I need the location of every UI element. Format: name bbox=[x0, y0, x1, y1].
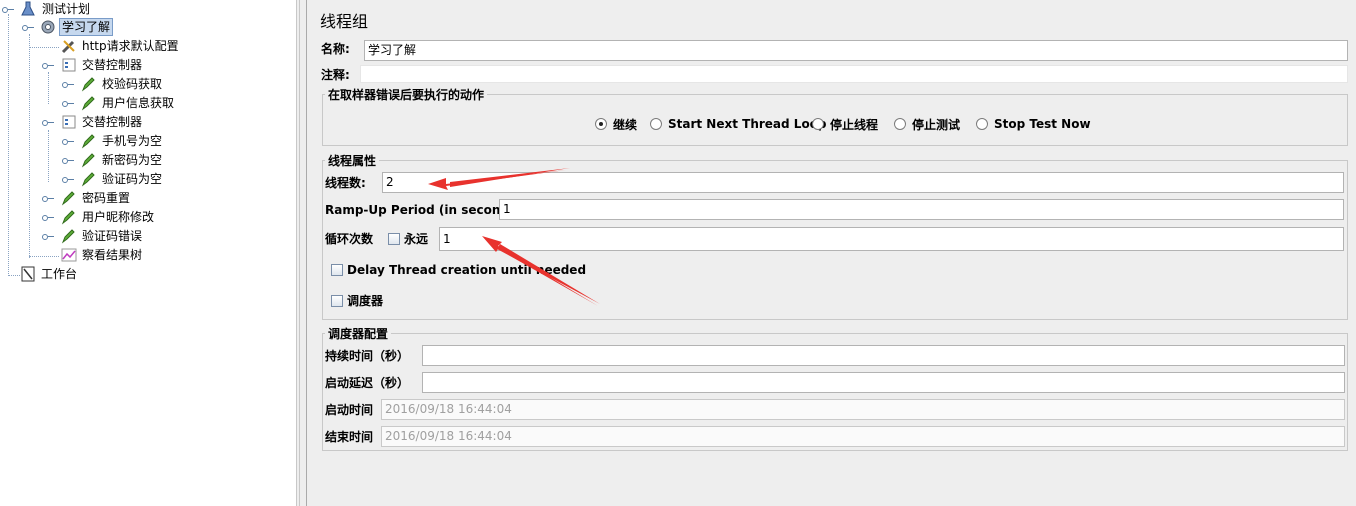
scheduler-config-group-title: 调度器配置 bbox=[325, 327, 392, 341]
expand-toggle-icon[interactable] bbox=[2, 0, 14, 18]
tree-node-label: 用户信息获取 bbox=[102, 96, 175, 110]
tree-node-label: 验证码为空 bbox=[102, 172, 163, 186]
sampler-pen-icon bbox=[60, 209, 76, 225]
radio-indicator bbox=[595, 118, 607, 130]
tree-node-label: 手机号为空 bbox=[102, 134, 163, 148]
sampler-pen-icon bbox=[80, 133, 96, 149]
duration-label: 持续时间（秒） bbox=[325, 349, 410, 363]
workbench-icon bbox=[20, 266, 36, 282]
tree-connector bbox=[48, 72, 49, 104]
thread-properties-group-title: 线程属性 bbox=[325, 154, 380, 168]
radio-label: Stop Test Now bbox=[994, 117, 1091, 131]
rampup-label: Ramp-Up Period (in seconds): bbox=[325, 203, 527, 217]
radio-label: Start Next Thread Loop bbox=[668, 117, 827, 131]
radio-continue[interactable]: 继续 bbox=[595, 115, 637, 133]
controller-icon bbox=[61, 57, 77, 73]
split-pane-divider[interactable] bbox=[296, 0, 308, 506]
startup-delay-label: 启动延迟（秒） bbox=[325, 376, 410, 390]
tree-node-label: 察看结果树 bbox=[82, 248, 143, 262]
end-time-field[interactable]: 2016/09/18 16:44:04 bbox=[381, 426, 1345, 447]
sampler-pen-icon bbox=[80, 171, 96, 187]
expand-toggle-icon[interactable] bbox=[62, 94, 74, 112]
panel-title: 线程组 bbox=[320, 12, 369, 31]
thread-group-panel: 线程组 名称: 学习了解 注释: 在取样器错误后要执行的动作 继续 Start … bbox=[308, 0, 1356, 506]
expand-toggle-icon[interactable] bbox=[42, 208, 54, 226]
delay-thread-checkbox[interactable] bbox=[331, 264, 343, 276]
radio-indicator bbox=[650, 118, 662, 130]
forever-label: 永远 bbox=[404, 232, 429, 246]
tree-connector bbox=[8, 14, 9, 276]
tree-connector bbox=[29, 34, 30, 258]
expand-toggle-icon[interactable] bbox=[42, 189, 54, 207]
name-field[interactable]: 学习了解 bbox=[364, 40, 1348, 61]
comment-label: 注释: bbox=[321, 68, 350, 82]
graph-icon bbox=[61, 247, 77, 263]
expand-toggle-icon[interactable] bbox=[42, 56, 54, 74]
tree-node-label: 交替控制器 bbox=[82, 115, 143, 129]
sampler-pen-icon bbox=[60, 228, 76, 244]
radio-stop-test[interactable]: 停止测试 bbox=[894, 115, 960, 133]
tree-node-label: 密码重置 bbox=[82, 191, 131, 205]
name-label: 名称: bbox=[321, 42, 350, 56]
tree-node-label: 工作台 bbox=[41, 267, 78, 281]
divider-line bbox=[296, 0, 297, 506]
scheduler-label: 调度器 bbox=[347, 294, 384, 308]
duration-field[interactable] bbox=[422, 345, 1345, 366]
wrench-icon bbox=[61, 38, 77, 54]
tree-connector bbox=[29, 47, 59, 48]
radio-label: 停止线程 bbox=[830, 117, 879, 132]
expand-toggle-icon[interactable] bbox=[62, 170, 74, 188]
startup-delay-field[interactable] bbox=[422, 372, 1345, 393]
tree-node-label: http请求默认配置 bbox=[82, 39, 179, 53]
controller-icon bbox=[61, 114, 77, 130]
sampler-error-group-title: 在取样器错误后要执行的动作 bbox=[325, 88, 488, 102]
sampler-pen-icon bbox=[80, 95, 96, 111]
radio-indicator bbox=[894, 118, 906, 130]
loop-count-field[interactable]: 1 bbox=[439, 227, 1344, 251]
tree-connector bbox=[29, 256, 59, 257]
tree-node-label: 新密码为空 bbox=[102, 153, 163, 167]
threads-field[interactable]: 2 bbox=[382, 172, 1344, 193]
radio-label: 停止测试 bbox=[912, 117, 961, 132]
sampler-pen-icon bbox=[60, 190, 76, 206]
expand-toggle-icon[interactable] bbox=[42, 113, 54, 131]
expand-toggle-icon[interactable] bbox=[42, 227, 54, 245]
radio-start-next-thread-loop[interactable]: Start Next Thread Loop bbox=[650, 115, 827, 133]
sampler-pen-icon bbox=[80, 76, 96, 92]
tree-node-label: 校验码获取 bbox=[102, 77, 163, 91]
expand-toggle-icon[interactable] bbox=[22, 18, 34, 36]
threads-label: 线程数: bbox=[325, 176, 366, 190]
forever-checkbox[interactable] bbox=[388, 233, 400, 245]
tree-node-label: 学习了解 bbox=[59, 18, 114, 36]
gear-icon bbox=[40, 19, 56, 35]
rampup-field[interactable]: 1 bbox=[499, 199, 1344, 220]
radio-stop-test-now[interactable]: Stop Test Now bbox=[976, 115, 1091, 133]
loop-count-label: 循环次数 bbox=[325, 232, 374, 246]
scheduler-checkbox[interactable] bbox=[331, 295, 343, 307]
tree-node-label: 验证码错误 bbox=[82, 229, 143, 243]
tree-connector bbox=[48, 130, 49, 182]
comment-field[interactable] bbox=[360, 65, 1348, 83]
tree-connector bbox=[8, 275, 20, 276]
radio-label: 继续 bbox=[613, 117, 638, 132]
start-time-field[interactable]: 2016/09/18 16:44:04 bbox=[381, 399, 1345, 420]
sampler-pen-icon bbox=[80, 152, 96, 168]
expand-toggle-icon[interactable] bbox=[62, 132, 74, 150]
radio-indicator bbox=[812, 118, 824, 130]
tree-node-label: 测试计划 bbox=[42, 2, 91, 16]
start-time-label: 启动时间 bbox=[325, 403, 374, 417]
divider-line bbox=[306, 0, 307, 506]
tree-node-label: 用户昵称修改 bbox=[82, 210, 155, 224]
delay-thread-label: Delay Thread creation until needed bbox=[347, 263, 587, 277]
flask-icon bbox=[20, 1, 36, 17]
end-time-label: 结束时间 bbox=[325, 430, 374, 444]
radio-stop-thread[interactable]: 停止线程 bbox=[812, 115, 878, 133]
expand-toggle-icon[interactable] bbox=[62, 75, 74, 93]
divider-line bbox=[299, 0, 300, 506]
radio-indicator bbox=[976, 118, 988, 130]
test-plan-tree[interactable]: 测试计划 学习了解 http请求默认配置 交替控制器 校验码获取 用户信息获取 … bbox=[0, 0, 296, 506]
tree-node-label: 交替控制器 bbox=[82, 58, 143, 72]
expand-toggle-icon[interactable] bbox=[62, 151, 74, 169]
